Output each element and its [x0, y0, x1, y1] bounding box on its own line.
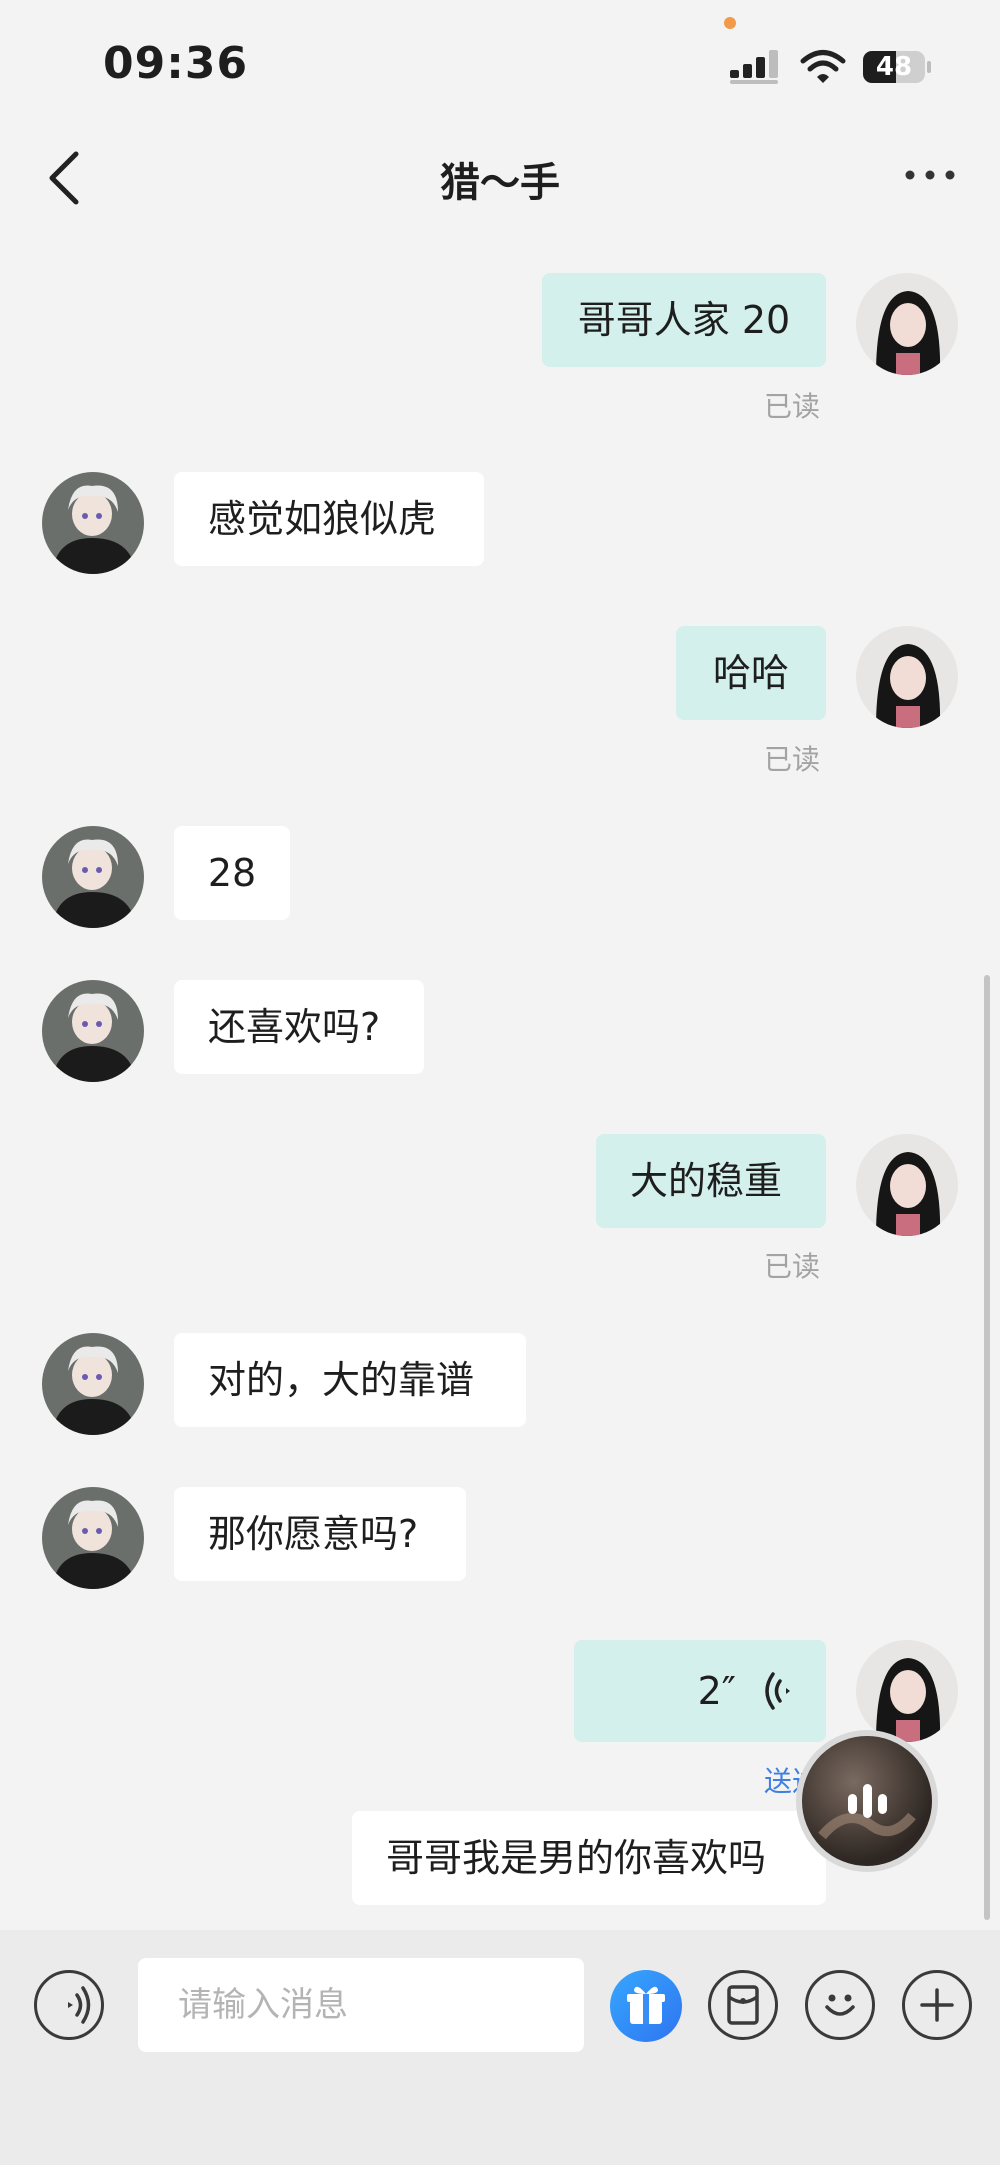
my-avatar-image	[856, 626, 958, 728]
my-avatar[interactable]	[856, 273, 958, 375]
voice-message-bubble[interactable]: 2″	[574, 1640, 826, 1742]
voice-toggle-icon	[68, 1986, 91, 2024]
message-bubble-other[interactable]: 感觉如狼似虎	[174, 472, 484, 566]
contact-avatar-image	[42, 472, 144, 574]
contact-avatar[interactable]	[42, 1487, 144, 1589]
message-input[interactable]: 请输入消息	[138, 1958, 584, 2052]
message-bubble-me[interactable]: 哥哥人家 20	[542, 273, 826, 367]
my-avatar-image	[856, 273, 958, 375]
contact-avatar-image	[42, 980, 144, 1082]
add-more-button[interactable]	[902, 1970, 972, 2040]
emoji-button[interactable]	[805, 1970, 875, 2040]
contact-avatar-image	[42, 1333, 144, 1435]
my-avatar[interactable]	[856, 1640, 958, 1742]
more-dots-icon[interactable]	[904, 162, 956, 188]
my-avatar-image	[856, 1640, 958, 1742]
gift-icon	[627, 1986, 665, 2024]
message-bubble-other[interactable]: 那你愿意吗?	[174, 1487, 466, 1581]
emoji-icon	[825, 1994, 855, 2016]
gift-button[interactable]	[610, 1970, 682, 2042]
chat-title: 猎～手	[440, 160, 560, 206]
message-bubble-me[interactable]: 哈哈	[676, 626, 826, 720]
my-avatar-image	[856, 1134, 958, 1236]
red-packet-icon	[727, 1985, 759, 2025]
red-packet-button[interactable]	[708, 1970, 778, 2040]
wifi-icon	[800, 50, 846, 83]
message-bubble-other[interactable]: 对的，大的靠谱	[174, 1333, 526, 1427]
voice-toggle-button[interactable]	[34, 1970, 104, 2040]
chat-scrollbar[interactable]	[984, 975, 990, 1920]
contact-avatar-image	[42, 1487, 144, 1589]
contact-avatar[interactable]	[42, 826, 144, 928]
message-bubble-other[interactable]: 还喜欢吗?	[174, 980, 424, 1074]
contact-avatar[interactable]	[42, 472, 144, 574]
voice-wave-icon	[818, 1784, 916, 1840]
message-bubble-me[interactable]: 哥哥我是男的你喜欢吗	[352, 1811, 826, 1905]
contact-avatar-image	[42, 826, 144, 928]
battery-level: 48	[875, 52, 913, 82]
contact-avatar[interactable]	[42, 1333, 144, 1435]
my-avatar[interactable]	[856, 1134, 958, 1236]
read-status: 已读	[764, 390, 821, 423]
read-status: 已读	[764, 1250, 821, 1283]
message-bubble-me[interactable]: 大的稳重	[596, 1134, 826, 1228]
message-bubble-other[interactable]: 28	[174, 826, 290, 920]
floating-voice-room[interactable]	[796, 1730, 938, 1872]
my-avatar[interactable]	[856, 626, 958, 728]
status-time: 09:36	[103, 38, 249, 89]
voice-duration: 2″	[697, 1669, 736, 1713]
read-status: 已读	[764, 743, 821, 776]
contact-avatar[interactable]	[42, 980, 144, 1082]
battery-indicator: 48	[862, 50, 932, 84]
privacy-indicator-dot	[724, 17, 736, 29]
plus-icon	[920, 1988, 954, 2022]
voice-playback-icon	[765, 1672, 790, 1710]
signal-icon	[730, 50, 778, 84]
